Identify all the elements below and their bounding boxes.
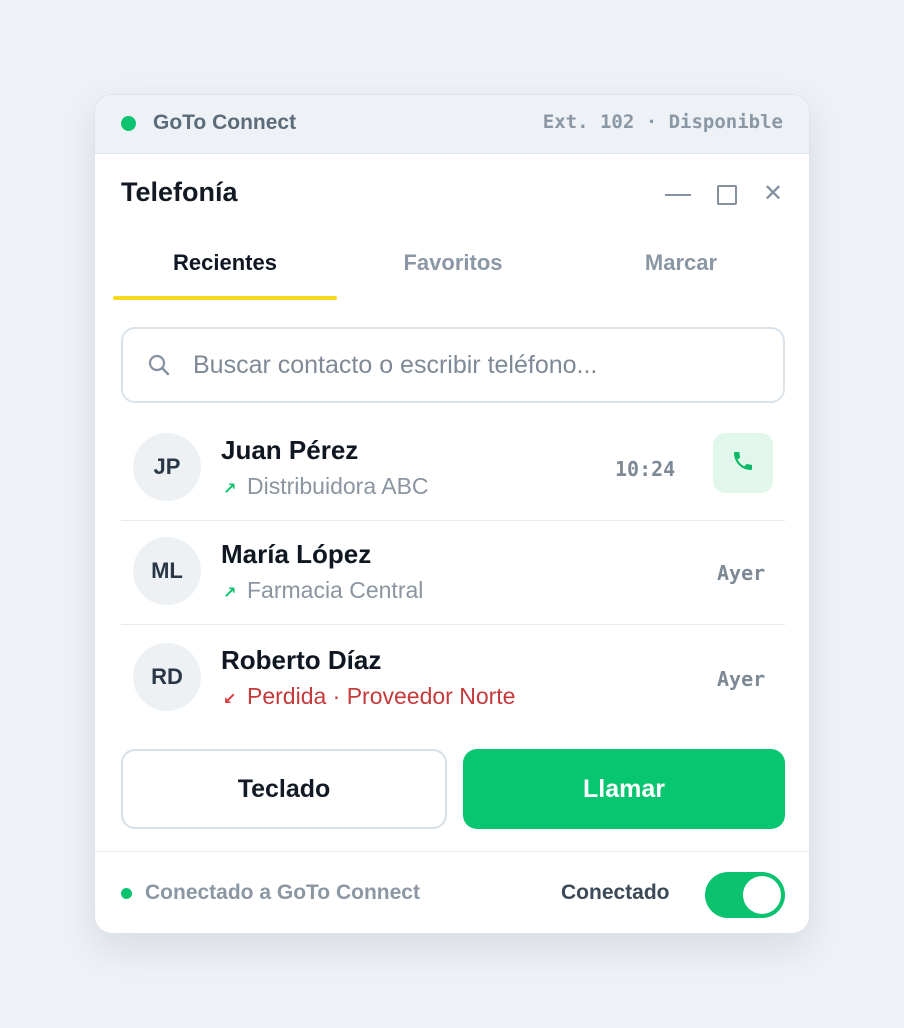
- call-time: Ayer: [717, 561, 766, 585]
- contact-detail: Distribuidora ABC: [247, 473, 429, 499]
- outgoing-call-arrow-icon: ↗: [223, 479, 237, 498]
- top-status-bar: GoTo Connect Ext. 102 · Disponible: [95, 95, 809, 154]
- recent-call-item[interactable]: ML María López ↗ Farmacia Central Ayer: [121, 525, 785, 625]
- avatar: ML: [133, 537, 201, 605]
- avatar: JP: [133, 433, 201, 501]
- connection-toggle-label: Conectado: [561, 881, 670, 904]
- search-input[interactable]: [193, 341, 763, 389]
- search-icon: [147, 353, 171, 382]
- app-name: GoTo Connect: [153, 111, 297, 134]
- search-box: [121, 327, 785, 403]
- contact-detail-line: ↗ Distribuidora ABC: [223, 473, 429, 500]
- contact-detail: Perdida · Proveedor Norte: [247, 683, 516, 709]
- connection-toggle[interactable]: [705, 872, 785, 918]
- connection-status-text: Conectado a GoTo Connect: [145, 881, 420, 904]
- call-button[interactable]: Llamar: [463, 749, 785, 829]
- contact-detail-line: ↙ Perdida · Proveedor Norte: [223, 683, 515, 710]
- active-tab-indicator: [113, 296, 337, 300]
- phone-icon: [731, 449, 755, 478]
- avatar: RD: [133, 643, 201, 711]
- minimize-icon[interactable]: [665, 194, 691, 196]
- keypad-button[interactable]: Teclado: [121, 749, 447, 829]
- missed-call-arrow-icon: ↙: [223, 689, 237, 708]
- call-time: Ayer: [717, 667, 766, 691]
- tab-recientes[interactable]: Recientes: [113, 245, 337, 299]
- panel-title: Telefonía: [121, 177, 238, 207]
- tab-marcar[interactable]: Marcar: [569, 245, 793, 299]
- tab-favoritos[interactable]: Favoritos: [341, 245, 565, 299]
- contact-name: María López: [221, 539, 372, 569]
- extension-status: Ext. 102 · Disponible: [542, 111, 783, 133]
- footer: Conectado a GoTo Connect Conectado: [95, 851, 809, 933]
- recent-call-item[interactable]: JP Juan Pérez ↗ Distribuidora ABC 10:24: [121, 421, 785, 521]
- connection-status-dot: [121, 888, 132, 899]
- contact-name: Roberto Díaz: [221, 645, 382, 675]
- telephony-widget: GoTo Connect Ext. 102 · Disponible Telef…: [94, 94, 810, 934]
- close-icon[interactable]: ✕: [763, 179, 783, 207]
- toggle-knob: [743, 876, 781, 914]
- contact-detail-line: ↗ Farmacia Central: [223, 577, 423, 604]
- recent-call-item[interactable]: RD Roberto Díaz ↙ Perdida · Proveedor Nor…: [121, 631, 785, 731]
- maximize-icon[interactable]: [717, 185, 737, 205]
- quick-call-button[interactable]: [713, 433, 773, 493]
- outgoing-call-arrow-icon: ↗: [223, 583, 237, 602]
- presence-status-dot: [121, 116, 136, 131]
- call-time: 10:24: [615, 457, 676, 481]
- contact-detail: Farmacia Central: [247, 577, 424, 603]
- contact-name: Juan Pérez: [221, 435, 359, 465]
